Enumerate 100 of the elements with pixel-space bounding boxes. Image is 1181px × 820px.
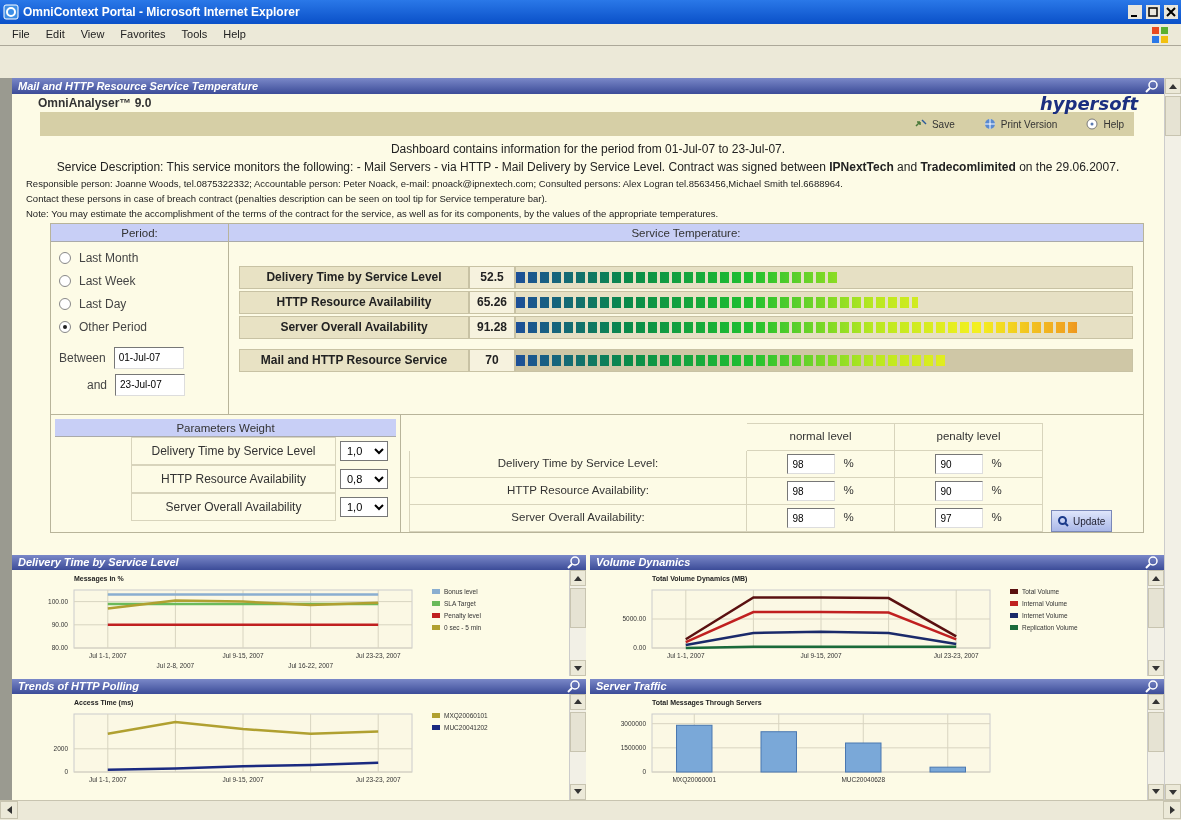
scroll-down-icon[interactable] xyxy=(1152,665,1160,671)
scroll-button[interactable] xyxy=(570,660,586,676)
scrollbar[interactable] xyxy=(1164,78,1181,800)
service-description: Service Description: This service monitors the following: - Mail Servers - via HTTP - Mail Delivery by Service Level. Contract was signed between IPNextTech and Tradecomlimited on the 29.06.2007. xyxy=(55,159,1121,176)
scroll-button[interactable] xyxy=(1148,660,1164,676)
chart-bar xyxy=(845,742,882,772)
field-label: and xyxy=(87,376,108,394)
maximize-icon[interactable] xyxy=(1146,5,1160,19)
scroll-button[interactable] xyxy=(1148,570,1164,586)
percent-field[interactable]: 90 xyxy=(935,481,984,501)
logo: hypersoft xyxy=(1039,91,1138,116)
radio-button[interactable] xyxy=(59,251,71,264)
help-icon[interactable] xyxy=(1085,117,1100,131)
product-name: OmniAnalyser™ 9.0 xyxy=(38,95,152,112)
percent-field[interactable]: 97 xyxy=(935,508,984,528)
scroll-down-icon[interactable] xyxy=(574,665,582,671)
update-button[interactable]: Update xyxy=(1051,510,1113,532)
search-icon[interactable] xyxy=(567,556,580,569)
panel-title: Volume Dynamics xyxy=(596,555,692,571)
scroll-thumb[interactable] xyxy=(1165,96,1181,136)
metric-name: Server Overall Availability xyxy=(239,316,469,339)
scroll-thumb[interactable] xyxy=(1148,711,1164,752)
panel-title: Delivery Time by Service Level xyxy=(18,555,180,571)
search-icon[interactable] xyxy=(567,679,580,693)
scroll-thumb[interactable] xyxy=(570,711,586,752)
weight-dropdown[interactable]: 1,0 xyxy=(340,441,388,461)
radio-label: Last Month xyxy=(79,249,139,267)
note-text: Contact these persons in case of breach contract (penalties description can be seen on tool tip for Service temperature bar). xyxy=(25,192,549,206)
scroll-up-icon[interactable] xyxy=(1152,699,1160,704)
scroll-button[interactable] xyxy=(1165,784,1181,800)
panel-title: Trends of HTTP Polling xyxy=(18,678,140,694)
scroll-up-icon[interactable] xyxy=(574,699,582,704)
scroll-button[interactable] xyxy=(1165,78,1181,94)
level-label: Delivery Time by Service Level: xyxy=(409,450,747,478)
note-text: Responsible person: Joanne Woods, tel.0875322332; Accountable person: Peter Noack, e-mail: pnoack@ipnextech.com; Consulted persons: Alex Logran tel.8563456,Michael Smith tel.6688964. xyxy=(25,177,844,191)
radio-button[interactable] xyxy=(59,297,71,310)
menu-item[interactable]: Edit xyxy=(45,26,65,43)
toolbar-link[interactable]: Save xyxy=(931,116,955,132)
percent-field[interactable]: 98 xyxy=(787,454,836,474)
level-label: HTTP Resource Availability: xyxy=(409,477,747,505)
scroll-thumb[interactable] xyxy=(570,588,586,628)
chart-bar xyxy=(929,766,966,772)
metric-name: Mail and HTTP Resource Service xyxy=(239,349,469,372)
scroll-right-icon[interactable] xyxy=(1169,806,1175,814)
metric-value: 52.5 xyxy=(469,266,515,289)
menu-item[interactable]: Tools xyxy=(181,26,208,43)
scroll-button[interactable] xyxy=(1163,801,1181,819)
date-field[interactable]: 23-Jul-07 xyxy=(115,373,186,396)
scroll-down-icon[interactable] xyxy=(574,789,582,794)
panel-title: Mail and HTTP Resource Service Temperature xyxy=(18,78,260,94)
radio-label: Other Period xyxy=(79,318,148,336)
scroll-down-icon[interactable] xyxy=(1152,789,1160,794)
column-header: normal level xyxy=(746,423,895,451)
window-title: OmniContext Portal - Microsoft Internet Explorer xyxy=(23,4,301,21)
scroll-down-icon[interactable] xyxy=(1169,789,1177,795)
scroll-button[interactable] xyxy=(0,801,18,819)
search-icon[interactable] xyxy=(1145,679,1158,693)
scrollbar[interactable] xyxy=(1147,693,1164,800)
menu-item[interactable]: Favorites xyxy=(120,26,166,43)
radio-button[interactable] xyxy=(59,320,71,333)
unit-label: % xyxy=(991,456,1002,472)
scroll-thumb[interactable] xyxy=(1148,588,1164,628)
scrollbar[interactable] xyxy=(569,570,586,676)
close-icon[interactable] xyxy=(1164,5,1178,19)
menu-item[interactable]: File xyxy=(12,26,30,43)
metric-value: 65.26 xyxy=(469,291,515,314)
weight-dropdown[interactable]: 1,0 xyxy=(340,497,388,517)
date-field[interactable]: 01-Jul-07 xyxy=(113,346,184,369)
chart-bar xyxy=(760,730,797,772)
scroll-button[interactable] xyxy=(570,570,586,586)
metric-name: HTTP Resource Availability xyxy=(239,291,469,314)
percent-field[interactable]: 98 xyxy=(787,508,836,528)
search-icon[interactable] xyxy=(1145,556,1158,569)
search-icon[interactable] xyxy=(1058,515,1069,527)
radio-label: Last Day xyxy=(79,295,127,313)
scroll-left-icon[interactable] xyxy=(6,806,12,814)
toolbar-link[interactable]: Help xyxy=(1103,116,1124,132)
scroll-up-icon[interactable] xyxy=(1169,83,1177,89)
toolbar-link[interactable]: Print Version xyxy=(1000,116,1058,132)
search-icon[interactable] xyxy=(1145,79,1158,93)
unit-label: % xyxy=(843,510,854,526)
weight-dropdown[interactable]: 0,8 xyxy=(340,469,388,489)
menu-item[interactable]: View xyxy=(80,26,105,43)
scrollbar[interactable] xyxy=(569,693,586,800)
scroll-button[interactable] xyxy=(1148,783,1164,800)
level-label: Server Overall Availability: xyxy=(409,504,747,532)
chart-bar xyxy=(676,724,713,772)
scroll-up-icon[interactable] xyxy=(1152,575,1160,581)
radio-button[interactable] xyxy=(59,274,71,287)
menu-item[interactable]: Help xyxy=(223,26,246,43)
note-text: Note: You may estimate the accomplishment of the terms of the contract for the service, as well as for its components, by the values of the appropriate temperatures. xyxy=(25,207,720,221)
unit-label: % xyxy=(991,483,1002,499)
scroll-button[interactable] xyxy=(570,783,586,800)
scrollbar[interactable] xyxy=(1147,570,1164,676)
column-header: Service Temperature: xyxy=(229,224,1143,242)
minimize-icon[interactable] xyxy=(1128,5,1142,19)
scrollbar[interactable] xyxy=(0,800,1181,820)
scroll-up-icon[interactable] xyxy=(574,575,582,581)
percent-field[interactable]: 98 xyxy=(787,481,836,501)
percent-field[interactable]: 90 xyxy=(935,454,984,474)
